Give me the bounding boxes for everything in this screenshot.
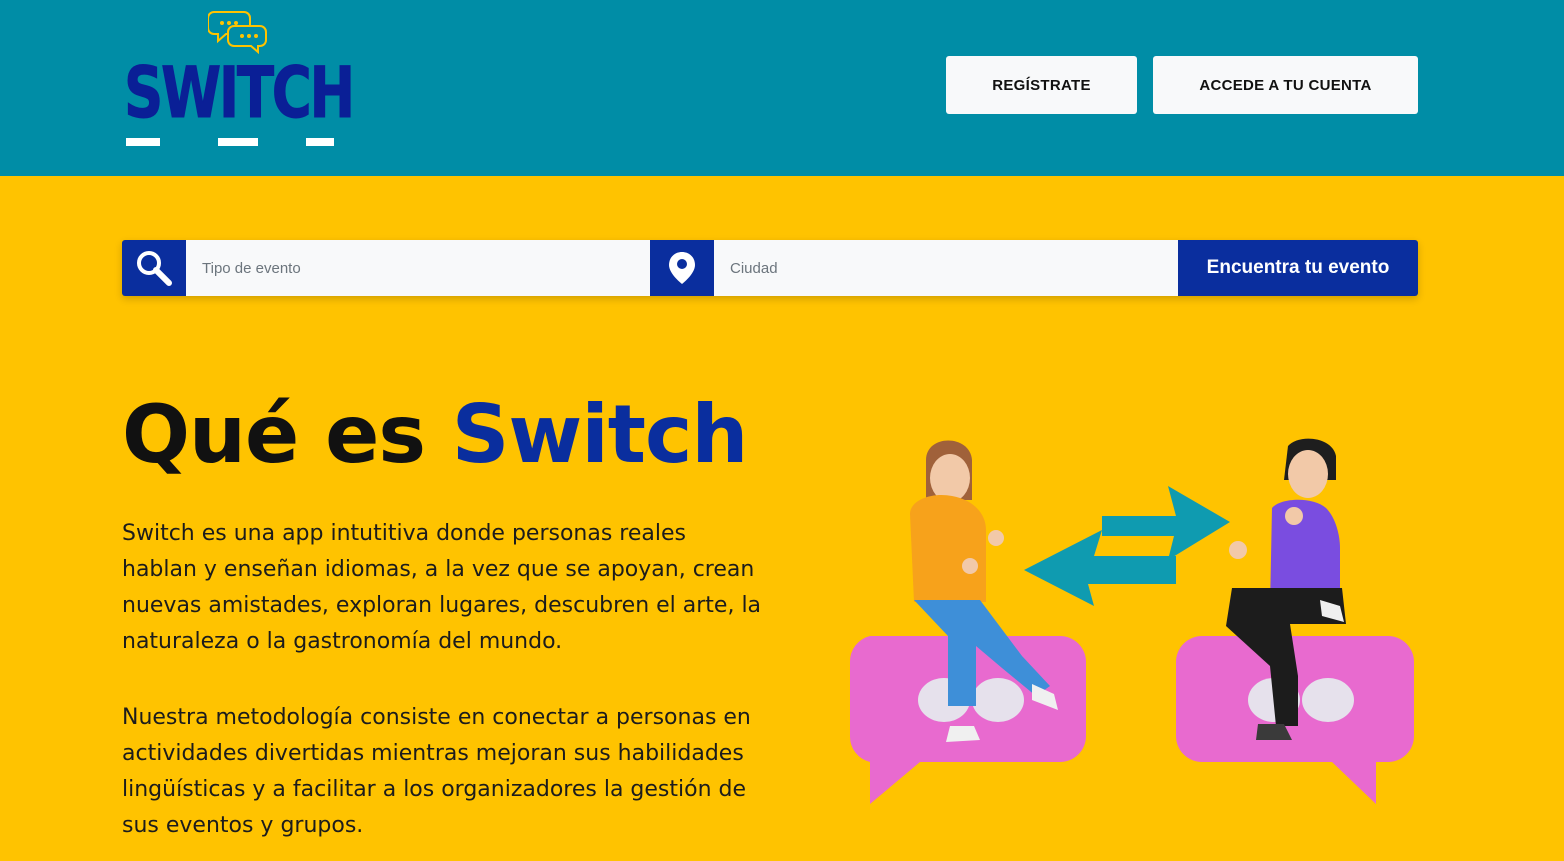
exchange-arrows-icon <box>1024 486 1230 606</box>
event-type-input[interactable] <box>186 240 650 296</box>
methodology-paragraph: Nuestra metodología consiste en conectar… <box>122 705 751 838</box>
register-button[interactable]: REGÍSTRATE <box>946 56 1137 114</box>
top-header: SWITCH REGÍSTRATE ACCEDE A TU CUENTA <box>0 0 1564 176</box>
login-button[interactable]: ACCEDE A TU CUENTA <box>1153 56 1418 114</box>
city-input[interactable] <box>714 240 1178 296</box>
find-event-button[interactable]: Encuentra tu evento <box>1178 240 1418 296</box>
title-prefix: Qué es <box>122 388 452 481</box>
logo-underline <box>120 138 334 148</box>
event-search-bar: Encuentra tu evento <box>122 240 1418 296</box>
logo-wordmark: SWITCH <box>124 52 356 134</box>
intro-paragraph: Switch es una app intutitiva donde perso… <box>122 521 762 654</box>
search-icon <box>122 240 186 296</box>
switch-logo[interactable]: SWITCH <box>120 8 356 158</box>
location-pin-icon <box>650 240 714 296</box>
title-brand: Switch <box>451 388 749 481</box>
page-title: Qué es Switch <box>122 388 749 481</box>
chat-bubbles-icon <box>208 11 267 54</box>
conversation-illustration <box>849 438 1414 804</box>
